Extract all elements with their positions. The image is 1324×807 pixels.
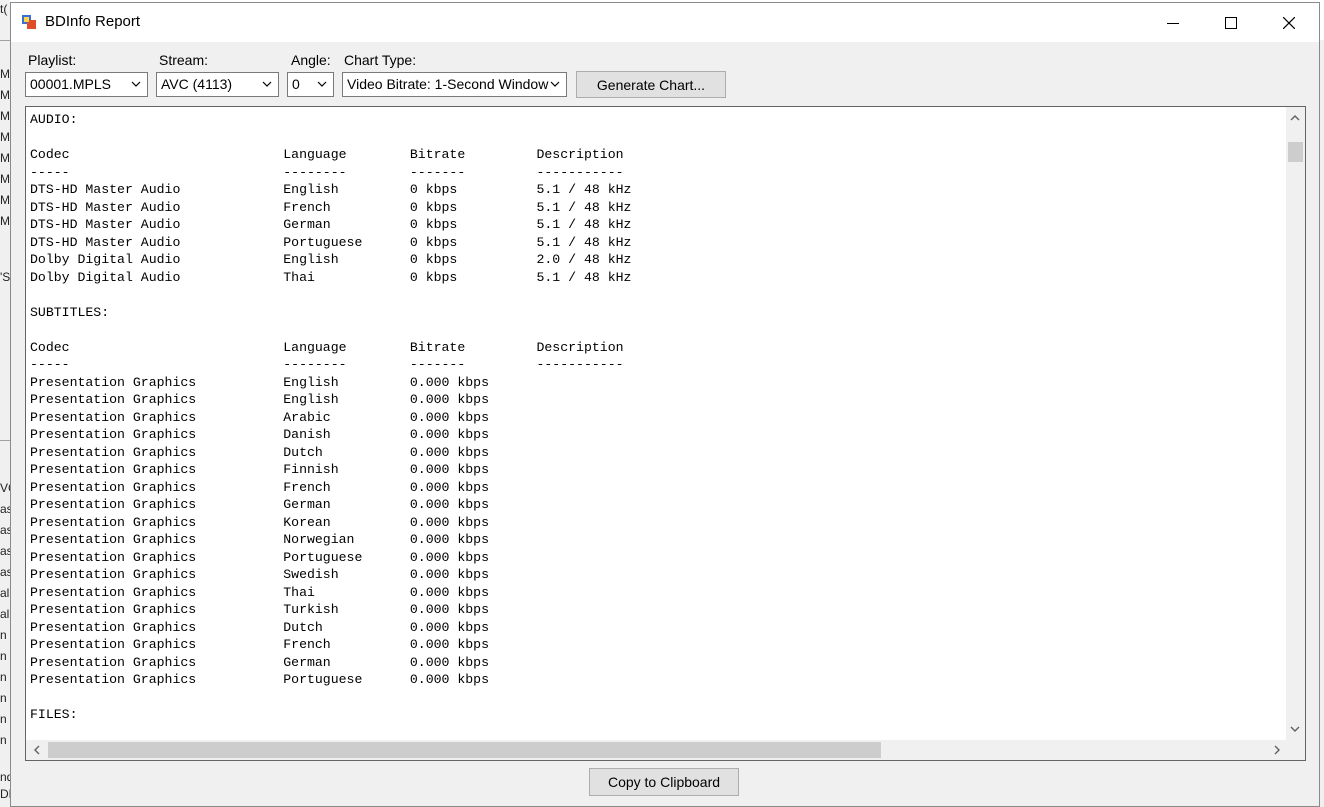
report-line: DTS-HD Master Audio German 0 kbps 5.1 / … <box>30 217 632 232</box>
generate-chart-button[interactable]: Generate Chart... <box>576 71 726 98</box>
report-line: DTS-HD Master Audio English 0 kbps 5.1 /… <box>30 182 632 197</box>
report-line: SUBTITLES: <box>30 304 110 320</box>
report-textbox[interactable]: AUDIO: Codec Language Bitrate Descriptio… <box>25 106 1306 761</box>
chevron-down-icon[interactable] <box>1289 723 1301 735</box>
background-text: DN <box>0 787 10 801</box>
report-line: Presentation Graphics Portuguese 0.000 k… <box>30 672 489 687</box>
background-text: n <box>0 670 7 684</box>
title-bar[interactable]: BDInfo Report <box>11 3 1319 42</box>
minimize-button[interactable] <box>1144 3 1202 42</box>
background-text: MF <box>0 130 10 144</box>
report-line: ----- -------- ------- ----------- <box>30 357 624 372</box>
background-text: n <box>0 649 7 663</box>
copy-to-clipboard-button[interactable]: Copy to Clipboard <box>589 768 739 796</box>
background-text: MF <box>0 88 10 102</box>
vertical-scroll-thumb[interactable] <box>1288 142 1303 162</box>
close-icon <box>1283 16 1295 29</box>
report-line: ----- -------- ------- ----------- <box>30 164 624 180</box>
background-text: as <box>0 523 10 537</box>
report-line: Presentation Graphics English 0.000 kbps <box>30 374 489 390</box>
playlist-label: Playlist: <box>28 52 77 68</box>
chevron-up-icon[interactable] <box>1289 112 1301 124</box>
chart-type-label: Chart Type: <box>344 52 417 68</box>
angle-label: Angle: <box>291 52 331 68</box>
background-text: MF <box>0 67 10 81</box>
report-line: Presentation Graphics German 0.000 kbps <box>30 654 489 670</box>
report-line: AUDIO: <box>30 112 78 127</box>
report-line: Presentation Graphics German 0.000 kbps <box>30 497 489 512</box>
vertical-scrollbar[interactable] <box>1286 107 1305 740</box>
report-line: DTS-HD Master Audio Portuguese 0 kbps 5.… <box>30 234 632 250</box>
report-line: FILES: <box>30 707 78 722</box>
background-text: MF <box>0 193 10 207</box>
report-line: DTS-HD Master Audio French 0 kbps 5.1 / … <box>30 199 632 215</box>
report-line: Presentation Graphics Arabic 0.000 kbps <box>30 409 489 425</box>
report-line: Presentation Graphics Finnish 0.000 kbps <box>30 462 489 477</box>
background-text: MF <box>0 151 10 165</box>
background-divider <box>0 40 10 41</box>
chevron-down-icon <box>262 81 272 87</box>
report-line: Presentation Graphics Turkish 0.000 kbps <box>30 602 489 617</box>
chevron-left-icon[interactable] <box>31 744 43 756</box>
background-text: n <box>0 733 7 747</box>
report-line: Presentation Graphics Norwegian 0.000 kb… <box>30 532 489 547</box>
report-line: Codec Language Bitrate Description <box>30 339 624 355</box>
report-line: Presentation Graphics French 0.000 kbps <box>30 637 489 652</box>
background-text: al <box>0 586 10 600</box>
chevron-right-icon[interactable] <box>1271 744 1283 756</box>
stream-select-value: AVC (4113) <box>161 76 233 92</box>
report-line: Dolby Digital Audio Thai 0 kbps 5.1 / 48… <box>30 269 632 285</box>
playlist-select[interactable]: 00001.MPLS <box>25 72 148 97</box>
horizontal-scrollbar[interactable] <box>26 740 1288 760</box>
angle-select[interactable]: 0 <box>287 72 334 97</box>
maximize-icon <box>1225 16 1237 29</box>
background-text: as <box>0 565 10 579</box>
report-line: Presentation Graphics English 0.000 kbps <box>30 392 489 407</box>
report-line: Dolby Digital Audio English 0 kbps 2.0 /… <box>30 252 632 267</box>
background-text: al <box>0 607 10 621</box>
chevron-down-icon <box>317 81 327 87</box>
report-line: Codec Language Bitrate Description <box>30 147 624 162</box>
background-text: MF <box>0 214 10 228</box>
background-text: t( <box>0 2 8 16</box>
report-line: Presentation Graphics Swedish 0.000 kbps <box>30 567 489 582</box>
background-text: 'S <box>0 270 10 284</box>
chart-type-select[interactable]: Video Bitrate: 1-Second Window <box>342 72 567 97</box>
background-text: MF <box>0 172 10 186</box>
report-line: Presentation Graphics Korean 0.000 kbps <box>30 514 489 530</box>
minimize-icon <box>1167 22 1179 24</box>
maximize-button[interactable] <box>1202 3 1260 42</box>
stream-label: Stream: <box>159 52 209 68</box>
angle-select-value: 0 <box>292 76 300 92</box>
background-text: MF <box>0 109 10 123</box>
scrollbar-corner <box>1286 740 1305 760</box>
chart-type-select-value: Video Bitrate: 1-Second Window <box>347 76 549 92</box>
background-text: nd <box>0 770 10 784</box>
background-window-fragment: t( MF MF MF MF MF MF MF MF 'S VC as as a… <box>0 0 10 807</box>
chevron-down-icon <box>131 81 141 87</box>
playlist-select-value: 00001.MPLS <box>30 76 111 92</box>
bdinfo-app-icon <box>22 15 36 29</box>
horizontal-scroll-thumb[interactable] <box>48 742 881 758</box>
background-text: as <box>0 544 10 558</box>
report-line: Presentation Graphics Danish 0.000 kbps <box>30 427 489 442</box>
report-line: Presentation Graphics Thai 0.000 kbps <box>30 584 489 600</box>
chevron-down-icon <box>550 81 560 87</box>
background-text: n <box>0 628 7 642</box>
background-divider <box>0 440 10 441</box>
report-line: Presentation Graphics Dutch 0.000 kbps <box>30 444 489 460</box>
stream-select[interactable]: AVC (4113) <box>156 72 279 97</box>
report-text-content: AUDIO: Codec Language Bitrate Descriptio… <box>30 111 631 724</box>
background-text: n <box>0 712 7 726</box>
bdinfo-report-window: BDInfo Report Playlist: Stream: Angle: C… <box>10 2 1320 807</box>
report-line: Presentation Graphics Portuguese 0.000 k… <box>30 549 489 565</box>
window-title: BDInfo Report <box>45 13 141 30</box>
background-text: n <box>0 691 7 705</box>
background-text: as <box>0 502 10 516</box>
background-text: VC <box>0 481 10 495</box>
report-line: Presentation Graphics French 0.000 kbps <box>30 479 489 495</box>
close-button[interactable] <box>1260 3 1318 42</box>
report-line: Presentation Graphics Dutch 0.000 kbps <box>30 619 489 635</box>
